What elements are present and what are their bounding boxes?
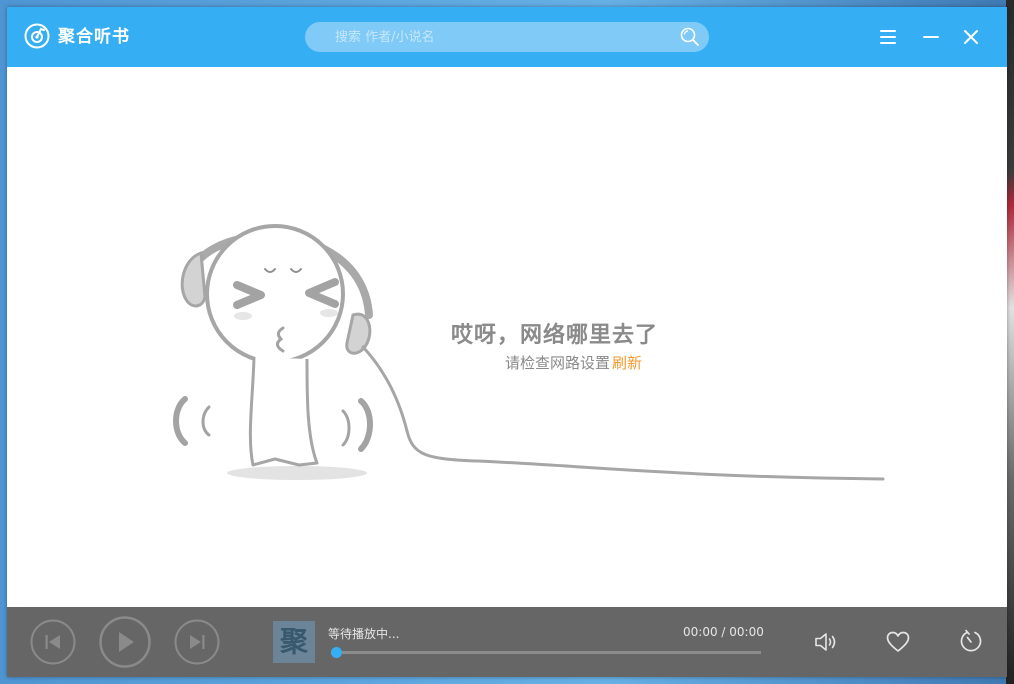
- play-icon[interactable]: [99, 616, 151, 668]
- heart-icon[interactable]: [885, 629, 911, 655]
- disc-icon: [24, 23, 50, 49]
- refresh-link[interactable]: 刷新: [612, 354, 642, 372]
- search-box[interactable]: [305, 22, 709, 52]
- playback-time: 00:00 / 00:00: [683, 625, 764, 639]
- error-subtitle: 请检查网路设置 刷新: [505, 352, 642, 373]
- app-window: 聚合听书 搜索 作者/小说名 哎呀，网络哪里去了 请检查网路设置 刷新 聚 等待…: [7, 7, 1007, 677]
- main-content: 哎呀，网络哪里去了 请检查网路设置 刷新: [7, 67, 1007, 607]
- skip-next-icon[interactable]: [174, 619, 220, 665]
- skip-previous-icon[interactable]: [30, 619, 76, 665]
- progress-bar[interactable]: [331, 647, 761, 658]
- search-input[interactable]: [323, 26, 675, 48]
- error-hint: 请检查网路设置: [505, 354, 611, 372]
- title-bar[interactable]: 聚合听书: [7, 7, 1007, 67]
- desktop-edge: [1006, 0, 1014, 684]
- minimize-icon[interactable]: [919, 25, 943, 49]
- error-title: 哎呀，网络哪里去了: [451, 323, 659, 348]
- now-playing-status: 等待播放中...: [328, 627, 400, 641]
- player-bar: 聚 等待播放中... 00:00 / 00:00: [7, 607, 1007, 677]
- app-title: 聚合听书: [58, 27, 130, 47]
- menu-icon[interactable]: [876, 25, 900, 49]
- close-icon[interactable]: [959, 25, 983, 49]
- book-cover[interactable]: 聚: [273, 621, 315, 663]
- search-icon[interactable]: [679, 26, 701, 48]
- timer-icon[interactable]: [958, 628, 984, 654]
- volume-icon[interactable]: [813, 629, 839, 655]
- progress-handle[interactable]: [331, 647, 342, 658]
